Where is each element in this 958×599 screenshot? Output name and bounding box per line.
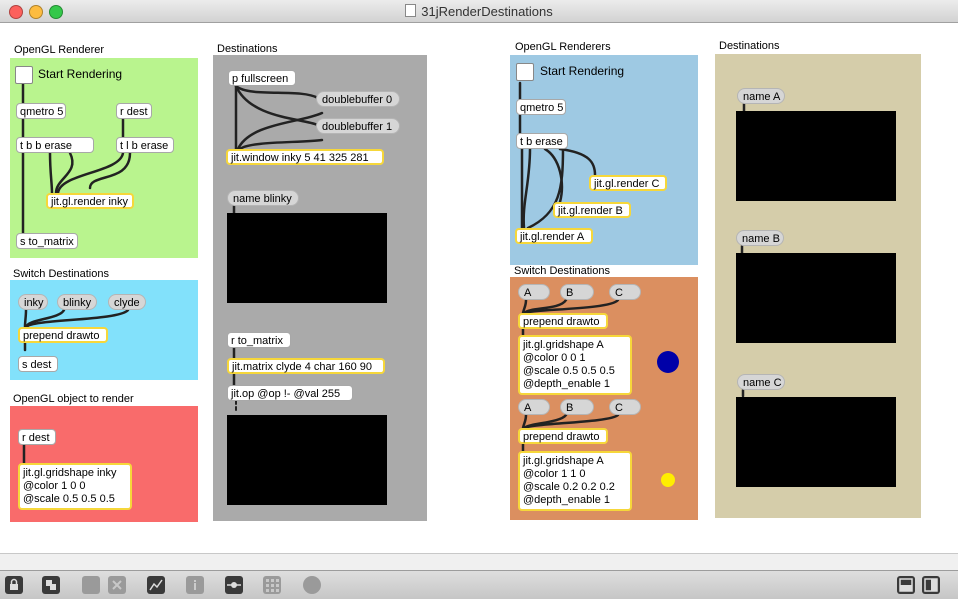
- patcher-canvas[interactable]: OpenGL Renderer Switch Destinations Open…: [0, 23, 958, 553]
- t-b-b-erase-object[interactable]: t b b erase: [16, 137, 94, 153]
- message-a-2[interactable]: A: [518, 399, 550, 415]
- patcher-toolbar: [0, 570, 958, 599]
- jit-gl-gridshape-a-2[interactable]: jit.gl.gridshape A @color 1 1 0 @scale 0…: [518, 451, 632, 511]
- gridshape-line: @scale 0.2 0.2 0.2: [523, 481, 615, 493]
- t-l-b-erase-object[interactable]: t l b erase: [116, 137, 174, 153]
- message-c-2[interactable]: C: [609, 399, 641, 415]
- gridshape-line: jit.gl.gridshape A: [523, 339, 604, 351]
- jit-gl-render-b[interactable]: jit.gl.render B: [553, 202, 631, 218]
- window-title-text: 31jRenderDestinations: [421, 4, 553, 19]
- gridshape-line: @scale 0.5 0.5 0.5: [23, 493, 115, 505]
- message-doublebuffer-0[interactable]: doublebuffer 0: [316, 91, 400, 107]
- slider-icon[interactable]: [225, 576, 243, 594]
- gridshape-line: @depth_enable 1: [523, 494, 611, 506]
- message-inky[interactable]: inky: [18, 294, 48, 310]
- gridshape-line: jit.gl.gridshape inky: [23, 467, 117, 479]
- message-b-2[interactable]: B: [560, 399, 594, 415]
- prepend-drawto-object-3[interactable]: prepend drawto: [518, 428, 608, 444]
- info-icon[interactable]: [186, 576, 204, 594]
- start-rendering-toggle-2[interactable]: [516, 63, 534, 81]
- message-b-1[interactable]: B: [560, 284, 594, 300]
- message-name-blinky[interactable]: name blinky: [227, 190, 299, 206]
- patcher-icon[interactable]: [82, 576, 100, 594]
- jit-gl-gridshape-inky[interactable]: jit.gl.gridshape inky @color 1 0 0 @scal…: [18, 463, 132, 510]
- jit-op-object[interactable]: jit.op @op !- @val 255: [227, 385, 353, 401]
- message-doublebuffer-1[interactable]: doublebuffer 1: [316, 118, 400, 134]
- r-to-matrix-object[interactable]: r to_matrix: [227, 332, 291, 348]
- start-rendering-label: Start Rendering: [38, 67, 123, 81]
- jit-gl-gridshape-a-1[interactable]: jit.gl.gridshape A @color 0 0 1 @scale 0…: [518, 335, 632, 395]
- r-dest-object[interactable]: r dest: [116, 103, 152, 119]
- jit-gl-render-a[interactable]: jit.gl.render A: [515, 228, 593, 244]
- message-name-a[interactable]: name A: [737, 88, 785, 104]
- title-opengl-object: OpenGL object to render: [13, 393, 134, 405]
- jit-pwindow-clyde[interactable]: [227, 415, 387, 505]
- jit-pwindow-b[interactable]: [736, 253, 896, 343]
- gridshape-line: jit.gl.gridshape A: [523, 455, 604, 467]
- title-bar: 31jRenderDestinations: [0, 0, 958, 23]
- jit-pwindow-a[interactable]: [736, 111, 896, 201]
- blue-sphere-swatch: [657, 351, 679, 373]
- gridshape-line: @depth_enable 1: [523, 378, 611, 390]
- message-name-b[interactable]: name B: [736, 230, 784, 246]
- title-switch-destinations: Switch Destinations: [13, 268, 109, 280]
- lock-icon[interactable]: [5, 576, 23, 594]
- grid-icon[interactable]: [263, 576, 281, 594]
- s-to-matrix-object[interactable]: s to_matrix: [16, 233, 78, 249]
- title-opengl-renderer: OpenGL Renderer: [14, 44, 105, 56]
- gridshape-line: @color 1 1 0: [523, 468, 586, 480]
- message-clyde[interactable]: clyde: [108, 294, 146, 310]
- r-dest-object-2[interactable]: r dest: [18, 429, 56, 445]
- window-title: 31jRenderDestinations: [0, 4, 958, 19]
- start-rendering-toggle[interactable]: [15, 66, 33, 84]
- jit-gl-render-inky[interactable]: jit.gl.render inky: [46, 193, 134, 209]
- jit-window-inky[interactable]: jit.window inky 5 41 325 281: [226, 149, 384, 165]
- jit-matrix-clyde[interactable]: jit.matrix clyde 4 char 160 90: [227, 358, 385, 374]
- gridshape-line: @color 0 0 1: [523, 352, 586, 364]
- gridshape-line: @color 1 0 0: [23, 480, 86, 492]
- split-left-icon[interactable]: [897, 576, 915, 594]
- title-opengl-renderers: OpenGL Renderers: [515, 41, 611, 53]
- prepend-drawto-object-2[interactable]: prepend drawto: [518, 313, 608, 329]
- s-dest-object[interactable]: s dest: [18, 356, 58, 372]
- title-destinations-2: Destinations: [719, 40, 780, 52]
- gridshape-line: @scale 0.5 0.5 0.5: [523, 365, 615, 377]
- document-icon: [405, 4, 417, 17]
- title-destinations-1: Destinations: [217, 43, 278, 55]
- jit-gl-render-c[interactable]: jit.gl.render C: [589, 175, 667, 191]
- qmetro-object[interactable]: qmetro 5: [16, 103, 66, 119]
- title-switch-destinations-2: Switch Destinations: [514, 265, 610, 277]
- yellow-sphere-swatch: [661, 473, 675, 487]
- close-icon[interactable]: [108, 576, 126, 594]
- presentation-icon[interactable]: [42, 576, 60, 594]
- prepend-drawto-object[interactable]: prepend drawto: [18, 327, 108, 343]
- qmetro-object-2[interactable]: qmetro 5: [516, 99, 566, 115]
- message-blinky[interactable]: blinky: [57, 294, 97, 310]
- split-right-icon[interactable]: [922, 576, 940, 594]
- panel-opengl-renderer: [10, 58, 198, 258]
- chart-icon[interactable]: [147, 576, 165, 594]
- jit-pwindow-blinky[interactable]: [227, 213, 387, 303]
- message-name-c[interactable]: name C: [737, 374, 785, 390]
- start-rendering-label-2: Start Rendering: [540, 64, 625, 78]
- record-icon[interactable]: [303, 576, 321, 594]
- jit-pwindow-c[interactable]: [736, 397, 896, 487]
- p-fullscreen-object[interactable]: p fullscreen: [228, 70, 296, 86]
- t-b-erase-object[interactable]: t b erase: [516, 133, 568, 149]
- message-c-1[interactable]: C: [609, 284, 641, 300]
- horizontal-scrollbar[interactable]: [0, 553, 958, 571]
- message-a-1[interactable]: A: [518, 284, 550, 300]
